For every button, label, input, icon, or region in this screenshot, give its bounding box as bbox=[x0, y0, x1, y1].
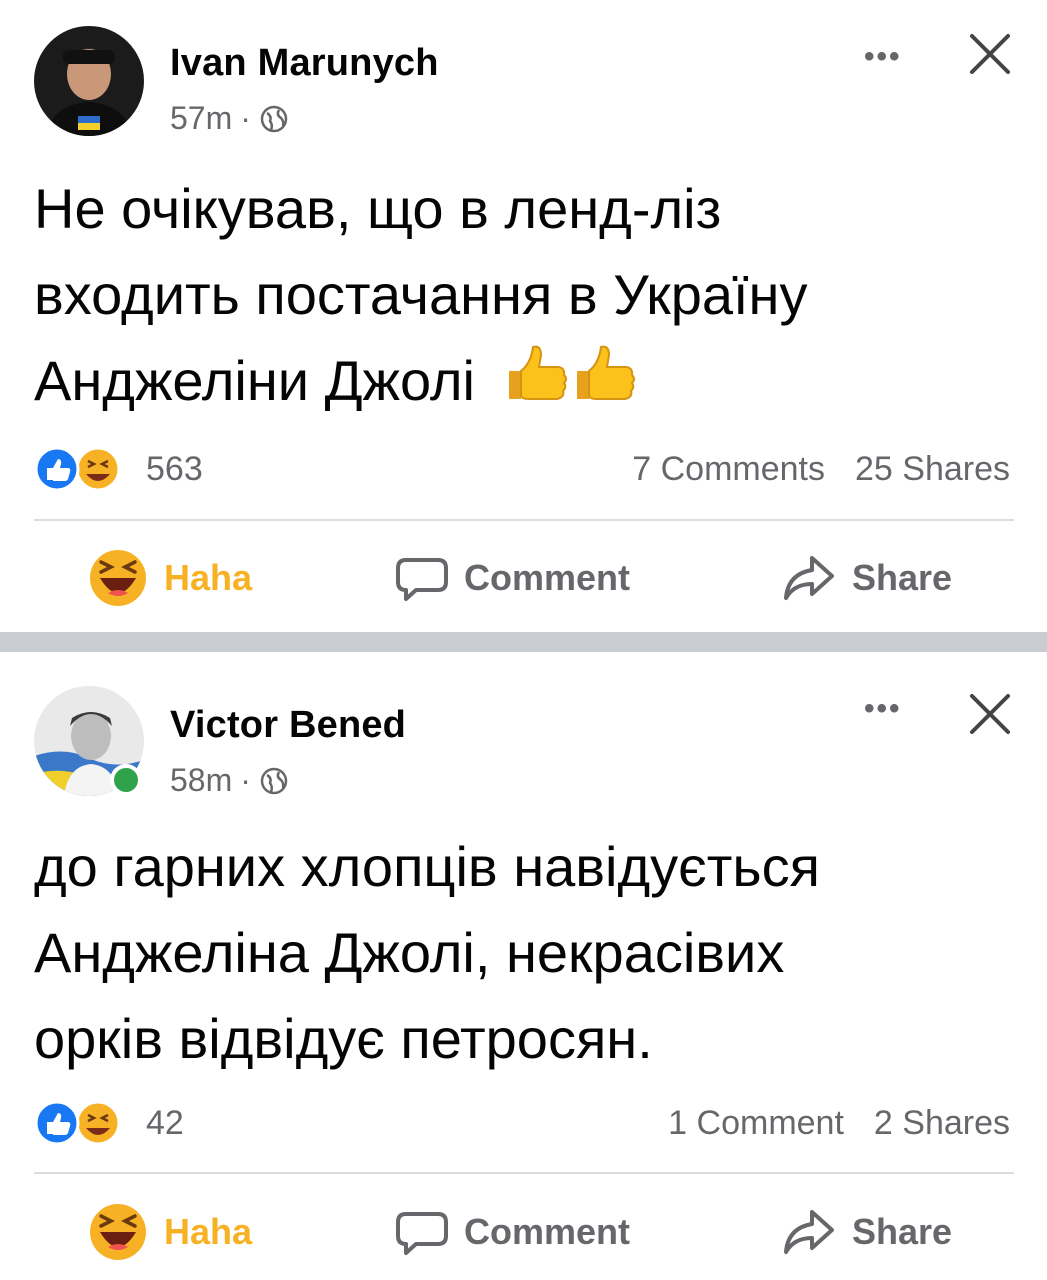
reaction-count[interactable]: 563 bbox=[146, 450, 203, 489]
divider bbox=[34, 1172, 1014, 1174]
haha-label: Haha bbox=[164, 557, 253, 598]
post-text-line: Анджеліна Джолі, некрасівих bbox=[34, 921, 785, 984]
comment-button[interactable]: Comment bbox=[396, 1192, 630, 1272]
comments-count[interactable]: 7 Comments bbox=[632, 450, 825, 489]
post-text-line: Анджеліни Джолі bbox=[34, 349, 475, 412]
share-icon bbox=[784, 556, 834, 600]
author-name[interactable]: Victor Bened bbox=[170, 704, 406, 747]
divider bbox=[34, 519, 1014, 521]
avatar[interactable] bbox=[34, 26, 144, 136]
post-time[interactable]: 57m bbox=[170, 100, 232, 137]
comment-icon bbox=[396, 558, 448, 601]
author-name[interactable]: Ivan Marunych bbox=[170, 42, 439, 85]
post-meta: 58m · bbox=[170, 762, 289, 799]
post-meta: 57m · bbox=[170, 100, 289, 137]
haha-button[interactable]: Haha bbox=[88, 1192, 252, 1272]
post-text-line: Не очікував, що в ленд-ліз bbox=[34, 177, 722, 240]
more-options-icon[interactable]: ••• bbox=[864, 692, 902, 726]
comments-count[interactable]: 1 Comment bbox=[668, 1104, 844, 1143]
meta-separator: · bbox=[240, 762, 251, 798]
reaction-count[interactable]: 42 bbox=[146, 1104, 184, 1143]
comment-icon bbox=[396, 1212, 448, 1255]
more-options-icon[interactable]: ••• bbox=[864, 40, 902, 74]
post-text: до гарних хлопців навідується Анджеліна … bbox=[34, 824, 1014, 1082]
globe-icon bbox=[259, 104, 289, 134]
post-text-line: орків відвідує петросян. bbox=[34, 1007, 653, 1070]
haha-button[interactable]: Haha bbox=[88, 538, 252, 618]
comment-label: Comment bbox=[464, 557, 631, 598]
share-label: Share bbox=[852, 557, 953, 598]
meta-separator: · bbox=[240, 100, 251, 136]
post-time[interactable]: 58m bbox=[170, 762, 232, 799]
post-text-line: до гарних хлопців навідується bbox=[34, 835, 820, 898]
post-text-line: входить постачання в Україну bbox=[34, 263, 808, 326]
share-button[interactable]: Share bbox=[782, 538, 952, 618]
post-stats: 563 7 Comments 25 Shares bbox=[34, 440, 1010, 496]
comment-label: Comment bbox=[464, 1211, 631, 1252]
share-icon bbox=[784, 1210, 834, 1254]
share-label: Share bbox=[852, 1211, 953, 1252]
close-icon[interactable] bbox=[966, 30, 1014, 78]
reaction-icons[interactable] bbox=[34, 446, 124, 492]
haha-icon bbox=[90, 1204, 146, 1260]
globe-icon bbox=[259, 766, 289, 796]
action-bar: Haha Comment Share bbox=[0, 1192, 1047, 1272]
online-status-icon bbox=[110, 764, 142, 796]
reaction-icons[interactable] bbox=[34, 1100, 124, 1146]
post-card: Victor Bened 58m · ••• до гарних хлопців… bbox=[0, 652, 1047, 1280]
feed-separator bbox=[0, 632, 1047, 652]
post-text-line-wrap: Анджеліни Джолі bbox=[34, 338, 1014, 429]
close-icon[interactable] bbox=[966, 690, 1014, 738]
post-text: Не очікував, що в ленд-ліз входить поста… bbox=[34, 166, 1014, 429]
post-stats: 42 1 Comment 2 Shares bbox=[34, 1094, 1010, 1150]
comment-button[interactable]: Comment bbox=[396, 538, 630, 618]
post-card: Ivan Marunych 57m · ••• Не очікував, що … bbox=[0, 0, 1047, 632]
thumbs-up-icon bbox=[501, 341, 641, 429]
shares-count[interactable]: 2 Shares bbox=[874, 1104, 1010, 1143]
shares-count[interactable]: 25 Shares bbox=[855, 450, 1010, 489]
action-bar: Haha Comment Share bbox=[0, 538, 1047, 618]
share-button[interactable]: Share bbox=[782, 1192, 952, 1272]
haha-label: Haha bbox=[164, 1211, 253, 1252]
haha-icon bbox=[90, 550, 146, 606]
